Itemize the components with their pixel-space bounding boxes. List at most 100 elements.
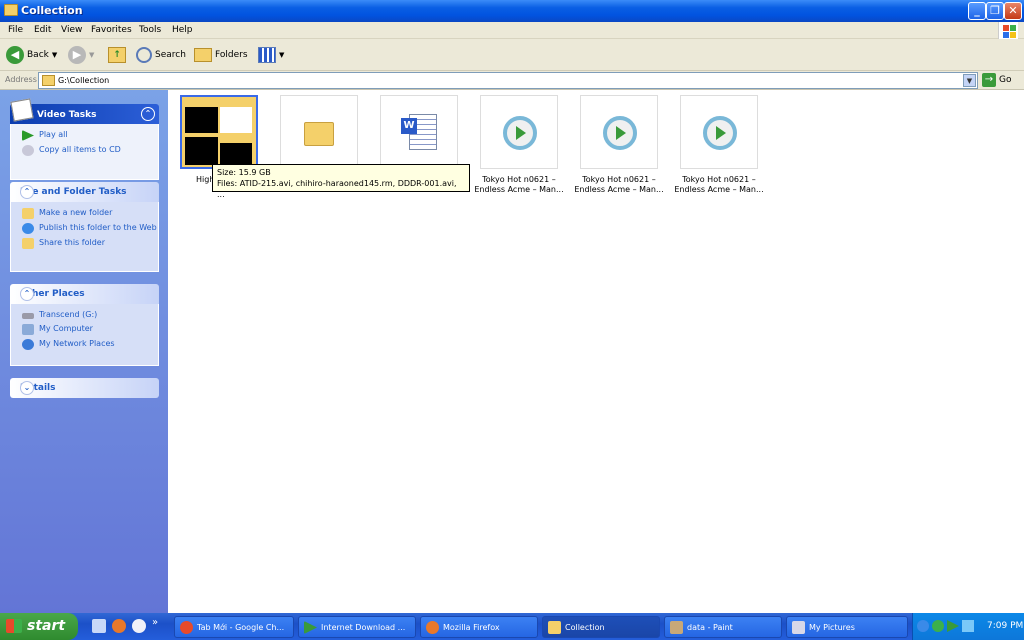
task-chrome[interactable]: Tab Mới - Google Ch...	[174, 616, 294, 638]
tray-icon[interactable]	[932, 620, 944, 632]
menu-file[interactable]: File	[8, 25, 23, 35]
collapse-icon[interactable]: ⌃	[20, 287, 34, 301]
address-bar: Address G:\Collection ▼ → Go	[0, 71, 1024, 90]
file-label: Tokyo Hot n0621 – Endless Acme – Man...	[474, 175, 564, 194]
menu-help[interactable]: Help	[172, 25, 193, 35]
task-label: data - Paint	[687, 623, 733, 632]
folder-icon	[280, 95, 358, 169]
share-folder-link[interactable]: Share this folder	[11, 236, 158, 251]
share-folder-icon	[22, 238, 34, 249]
other-places-panel: Other Places ⌃ Transcend (G:) My Computer…	[10, 284, 159, 366]
expand-icon[interactable]: ⌄	[20, 381, 34, 395]
file-item[interactable]: Tokyo Hot n0621 – Endless Acme – Man...	[571, 95, 667, 195]
back-button[interactable]: ◀ Back ▼	[6, 45, 57, 65]
dropdown-arrow-icon[interactable]: ▼	[89, 51, 94, 59]
search-icon	[136, 47, 152, 63]
search-label: Search	[155, 50, 186, 60]
taskbar: start » Tab Mới - Google Ch... Internet …	[0, 613, 1024, 640]
minimize-button[interactable]: _	[968, 2, 986, 20]
drive-icon	[22, 313, 34, 319]
word-document-icon: W	[380, 95, 458, 169]
folders-button[interactable]: Folders	[194, 45, 248, 65]
dropdown-arrow-icon[interactable]: ▼	[52, 51, 57, 59]
video-tasks-body: Play all Copy all items to CD	[10, 124, 159, 180]
address-input[interactable]: G:\Collection ▼	[38, 72, 978, 89]
tooltip-files: Files: ATID-215.avi, chihiro-haraoned145…	[217, 179, 457, 199]
publish-folder-link[interactable]: Publish this folder to the Web	[11, 221, 158, 236]
video-tasks-icon	[10, 98, 34, 122]
toolbar: ◀ Back ▼ ▶ ▼ ↑ Search Folders ▼	[0, 39, 1024, 71]
clock[interactable]: 7:09 PM	[987, 621, 1023, 631]
file-folder-tasks-title: File and Folder Tasks	[20, 187, 127, 197]
search-button[interactable]: Search	[136, 45, 186, 65]
menu-view[interactable]: View	[61, 25, 82, 35]
file-item[interactable]	[271, 95, 367, 169]
menu-favorites[interactable]: Favorites	[91, 25, 132, 35]
paint-icon	[670, 621, 683, 634]
task-collection[interactable]: Collection	[542, 616, 660, 638]
go-button[interactable]: → Go	[982, 73, 1011, 87]
title-bar[interactable]: Collection _ ❐ ✕	[0, 0, 1024, 22]
file-folder-tasks-panel: File and Folder Tasks ⌃ Make a new folder…	[10, 182, 159, 272]
close-button[interactable]: ✕	[1004, 2, 1022, 20]
folder-thumbnail-icon	[180, 95, 258, 169]
tray-icon[interactable]	[917, 620, 929, 632]
file-label: Tokyo Hot n0621 – Endless Acme – Man...	[574, 175, 664, 194]
network-icon[interactable]	[962, 620, 974, 632]
up-folder-icon: ↑	[108, 47, 126, 63]
video-tasks-header[interactable]: Video Tasks ⌃	[10, 98, 159, 124]
firefox-icon[interactable]	[112, 619, 126, 633]
media-file-icon	[580, 95, 658, 169]
show-desktop-icon[interactable]	[92, 619, 106, 633]
publish-folder-label: Publish this folder to the Web	[39, 223, 157, 232]
back-arrow-icon: ◀	[6, 46, 24, 64]
firefox-icon	[426, 621, 439, 634]
file-item[interactable]: Tokyo Hot n0621 – Endless Acme – Man...	[671, 95, 767, 195]
task-paint[interactable]: data - Paint	[664, 616, 782, 638]
task-internet-download[interactable]: Internet Download ...	[298, 616, 416, 638]
task-firefox[interactable]: Mozilla Firefox	[420, 616, 538, 638]
collapse-icon[interactable]: ⌃	[141, 107, 155, 121]
task-label: Internet Download ...	[321, 623, 406, 632]
details-panel: Details ⌄	[10, 378, 159, 398]
forward-button[interactable]: ▶ ▼	[68, 45, 94, 65]
copy-to-cd-link[interactable]: Copy all items to CD	[11, 143, 158, 158]
system-tray: 7:09 PM	[912, 613, 1024, 640]
task-label: My Pictures	[809, 623, 855, 632]
video-tasks-panel: Video Tasks ⌃ Play all Copy all items to…	[10, 98, 159, 180]
menu-edit[interactable]: Edit	[34, 25, 51, 35]
menu-tools[interactable]: Tools	[139, 25, 161, 35]
folder-icon	[4, 4, 18, 16]
folder-info-tooltip: Size: 15.9 GB Files: ATID-215.avi, chihi…	[212, 164, 470, 199]
back-label: Back	[27, 50, 49, 60]
computer-icon	[22, 324, 34, 335]
collapse-icon[interactable]: ⌃	[20, 185, 34, 199]
globe-icon	[22, 223, 34, 234]
file-item[interactable]: W	[371, 95, 467, 169]
task-label: Tab Mới - Google Ch...	[197, 623, 285, 632]
up-folder-button[interactable]: ↑	[108, 45, 126, 65]
address-dropdown-icon[interactable]: ▼	[963, 74, 976, 87]
folder-icon	[42, 75, 55, 86]
other-places-header[interactable]: Other Places ⌃	[10, 284, 159, 304]
pictures-icon	[792, 621, 805, 634]
make-new-folder-link[interactable]: Make a new folder	[11, 206, 158, 221]
more-chevron-icon[interactable]: »	[152, 617, 158, 628]
file-item[interactable]: Tokyo Hot n0621 – Endless Acme – Man...	[471, 95, 567, 195]
views-button[interactable]: ▼	[258, 45, 284, 65]
start-button[interactable]: start	[0, 613, 78, 640]
file-folder-tasks-header[interactable]: File and Folder Tasks ⌃	[10, 182, 159, 202]
details-header[interactable]: Details ⌄	[10, 378, 159, 398]
my-computer-link[interactable]: My Computer	[11, 322, 158, 337]
transcend-drive-label: Transcend (G:)	[39, 310, 98, 319]
chrome-icon	[180, 621, 193, 634]
chrome-icon[interactable]	[132, 619, 146, 633]
transcend-drive-link[interactable]: Transcend (G:)	[11, 308, 158, 322]
windows-logo-icon	[998, 22, 1018, 39]
maximize-button[interactable]: ❐	[986, 2, 1004, 20]
task-my-pictures[interactable]: My Pictures	[786, 616, 908, 638]
media-file-icon	[480, 95, 558, 169]
my-network-places-link[interactable]: My Network Places	[11, 337, 158, 352]
play-all-link[interactable]: Play all	[11, 128, 158, 143]
tray-icon[interactable]	[947, 620, 959, 632]
